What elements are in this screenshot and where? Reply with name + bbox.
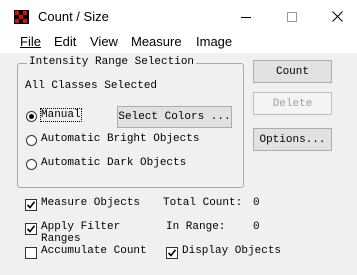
radio-automatic-bright-label: Automatic Bright Objects — [41, 133, 200, 145]
total-count-value: 0 — [253, 197, 260, 209]
apply-filter-ranges-label: Apply Filter Ranges — [41, 221, 121, 245]
delete-button-label: Delete — [272, 97, 313, 110]
measure-objects-checkbox[interactable]: Measure Objects — [25, 197, 155, 213]
options-button[interactable]: Options... — [253, 128, 332, 151]
display-objects-checkbox[interactable]: Display Objects — [166, 245, 296, 261]
menu-view[interactable]: View — [90, 34, 118, 49]
checkmark-icon — [26, 225, 36, 233]
checkmark-icon — [26, 201, 36, 209]
select-colors-button[interactable]: Select Colors ... — [117, 106, 232, 128]
select-colors-label: Select Colors ... — [118, 111, 231, 123]
radio-manual[interactable]: Manual — [26, 108, 106, 125]
apply-filter-ranges-check-box[interactable] — [25, 223, 37, 235]
title-bar[interactable]: Count / Size — [0, 0, 357, 33]
delete-button[interactable]: Delete — [253, 92, 332, 115]
apply-filter-ranges-checkbox[interactable]: Apply Filter Ranges — [25, 221, 165, 245]
window-title: Count / Size — [38, 9, 109, 24]
menu-file[interactable]: File — [20, 34, 41, 49]
in-range-value: 0 — [253, 221, 260, 233]
display-objects-label: Display Objects — [182, 245, 282, 257]
accumulate-count-checkbox[interactable]: Accumulate Count — [25, 245, 155, 261]
menu-file-label: File — [20, 34, 41, 49]
menu-bar: File Edit View Measure Image — [0, 33, 357, 53]
options-button-label: Options... — [259, 133, 326, 146]
intensity-range-group-title: Intensity Range Selection — [27, 56, 197, 68]
menu-image[interactable]: Image — [196, 34, 232, 49]
checkmark-icon — [167, 249, 177, 257]
maximize-icon — [287, 11, 297, 22]
accumulate-count-check-box[interactable] — [25, 247, 37, 259]
radio-automatic-bright[interactable]: Automatic Bright Objects — [26, 133, 226, 149]
minimize-button[interactable] — [226, 0, 266, 33]
radio-manual-indicator[interactable] — [26, 111, 37, 122]
count-button[interactable]: Count — [253, 60, 332, 83]
measure-objects-label: Measure Objects — [41, 197, 141, 209]
close-button[interactable] — [317, 0, 357, 33]
count-button-label: Count — [275, 65, 309, 78]
in-range-label: In Range: — [166, 221, 226, 233]
minimize-icon — [241, 16, 251, 18]
menu-edit[interactable]: Edit — [54, 34, 76, 49]
radio-automatic-bright-indicator[interactable] — [26, 135, 37, 146]
menu-measure[interactable]: Measure — [131, 34, 182, 49]
radio-automatic-dark-label: Automatic Dark Objects — [41, 157, 187, 169]
maximize-button[interactable] — [272, 0, 312, 33]
display-objects-check-box[interactable] — [166, 247, 178, 259]
radio-manual-label: Manual — [40, 108, 82, 122]
classes-status-text: All Classes Selected — [25, 80, 158, 92]
radio-automatic-dark[interactable]: Automatic Dark Objects — [26, 157, 226, 173]
total-count-label: Total Count: — [163, 197, 243, 209]
radio-automatic-dark-indicator[interactable] — [26, 159, 37, 170]
close-icon — [331, 11, 343, 22]
accumulate-count-label: Accumulate Count — [41, 245, 147, 257]
app-icon — [14, 10, 29, 24]
measure-objects-check-box[interactable] — [25, 199, 37, 211]
